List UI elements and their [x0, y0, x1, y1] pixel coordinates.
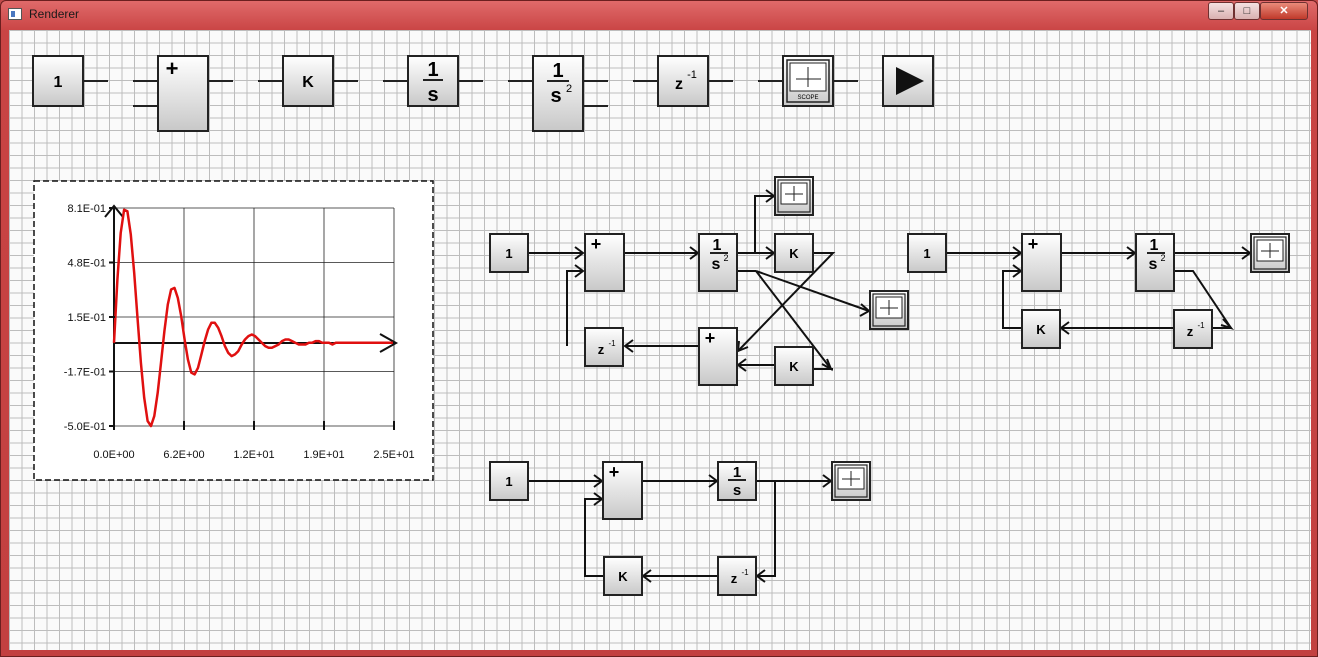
app-window: Renderer – □ ✕ 1 + K 1 s 1 s 2 z -1 SCOP… — [0, 0, 1318, 657]
d3-constant-block[interactable]: 1 — [489, 461, 529, 501]
d1-delay-label: z — [598, 342, 605, 357]
d1-constant-label: 1 — [505, 246, 512, 261]
d2-gain-block[interactable]: K — [1021, 309, 1061, 349]
palette-gain-label: K — [302, 74, 314, 91]
d2-di-exp: 2 — [1160, 253, 1165, 263]
d3-gain-label: K — [618, 569, 628, 584]
palette-scope-text: SCOPE — [797, 95, 818, 101]
d3-constant-label: 1 — [505, 474, 512, 489]
palette-delay-label: z — [675, 76, 683, 93]
d2-sum-block[interactable]: + — [1021, 233, 1062, 292]
diagram-svg[interactable]: 1 + K 1 s 1 s 2 z -1 SCOPE 8.1E-014.8E-0… — [9, 30, 1311, 650]
d3-delay-block[interactable]: z -1 — [717, 556, 757, 596]
d3-integrator-den: s — [733, 482, 741, 499]
x-tick-label: 6.2E+00 — [163, 449, 204, 461]
d3-integrator-num: 1 — [733, 464, 741, 481]
d2-delay-label: z — [1187, 324, 1194, 339]
window-title: Renderer — [29, 7, 80, 21]
d3-scope-block[interactable] — [831, 461, 871, 501]
y-tick-label: -1.7E-01 — [64, 367, 106, 379]
d3-delay-exp: -1 — [741, 568, 749, 577]
d2-di-den: s — [1149, 256, 1158, 273]
palette-double-integrator-exp: 2 — [566, 83, 572, 95]
close-button[interactable]: ✕ — [1260, 2, 1308, 20]
d3-delay-label: z — [731, 571, 738, 586]
d1-scope-block-right[interactable] — [869, 290, 909, 330]
diagram-canvas[interactable]: 1 + K 1 s 1 s 2 z -1 SCOPE 8.1E-01 4.8E-… — [9, 30, 1311, 650]
d1-sum-block-bottom[interactable]: + — [698, 327, 738, 386]
d2-scope-block[interactable] — [1250, 233, 1290, 273]
palette-constant-block[interactable]: 1 — [32, 55, 108, 107]
d1-sum-bottom-sign: + — [705, 328, 716, 348]
palette-double-integrator-block[interactable]: 1 s 2 — [508, 55, 608, 132]
palette-gain-block[interactable]: K — [258, 55, 358, 107]
palette-delay-block[interactable]: z -1 — [633, 55, 733, 107]
y-tick-label: 4.8E-01 — [67, 258, 106, 270]
palette-integrator-num: 1 — [427, 59, 438, 81]
title-bar[interactable]: Renderer – □ ✕ — [1, 1, 1317, 29]
palette-sum-block[interactable]: + — [133, 55, 233, 132]
palette-scope-block[interactable]: SCOPE — [758, 55, 858, 107]
x-tick-label: 0.0E+00 — [93, 449, 134, 461]
diagram-1-blocks: 1 + 1 s 2 K + K z -1 — [489, 176, 909, 386]
d1-di-num: 1 — [713, 237, 722, 254]
d1-di-exp: 2 — [723, 253, 728, 263]
diagram-2-blocks: 1 + 1 s 2 K z -1 — [907, 233, 1290, 349]
palette-double-integrator-num: 1 — [552, 60, 563, 82]
scope-plot-panel[interactable]: 8.1E-01 4.8E-01 1.5E-01 -1.7E-01 -5.0E-01 0.… — [33, 180, 434, 481]
d1-double-integrator-block[interactable]: 1 s 2 — [698, 233, 738, 292]
d1-gain-block-bottom[interactable]: K — [774, 346, 814, 386]
palette-integrator-den: s — [427, 84, 438, 106]
d1-constant-block[interactable]: 1 — [489, 233, 529, 273]
d3-integrator-block[interactable]: 1 s — [717, 461, 757, 501]
d1-gain-bottom-label: K — [789, 359, 799, 374]
palette-delay-exp: -1 — [687, 69, 697, 81]
y-tick-label: 8.1E-01 — [67, 203, 106, 215]
d2-sum-sign: + — [1028, 234, 1039, 254]
maximize-button[interactable]: □ — [1234, 2, 1260, 20]
palette-sum-sign: + — [166, 56, 179, 81]
d2-double-integrator-block[interactable]: 1 s 2 — [1135, 233, 1175, 292]
d3-sum-block[interactable]: + — [602, 461, 643, 520]
d2-constant-label: 1 — [923, 246, 930, 261]
app-icon — [8, 8, 22, 20]
palette-constant-label: 1 — [54, 74, 63, 91]
d3-gain-block[interactable]: K — [603, 556, 643, 596]
d1-scope-block-top[interactable] — [774, 176, 814, 216]
d1-di-den: s — [712, 256, 721, 273]
d1-gain-block-top[interactable]: K — [774, 233, 814, 273]
d2-gain-label: K — [1036, 322, 1046, 337]
d2-constant-block[interactable]: 1 — [907, 233, 947, 273]
y-tick-label: 1.5E-01 — [67, 312, 106, 324]
d1-delay-exp: -1 — [608, 339, 616, 348]
d3-sum-sign: + — [609, 462, 620, 482]
d1-delay-block[interactable]: z -1 — [584, 327, 624, 367]
x-tick-label: 1.9E+01 — [303, 449, 344, 461]
d1-sum-sign: + — [591, 234, 602, 254]
palette-double-integrator-den: s — [550, 85, 561, 107]
x-tick-label: 2.5E+01 — [373, 449, 414, 461]
play-button[interactable] — [882, 55, 934, 107]
minimize-button[interactable]: – — [1208, 2, 1234, 20]
diagram-3 — [529, 474, 833, 583]
d1-sum-block[interactable]: + — [584, 233, 625, 292]
d2-di-num: 1 — [1150, 237, 1159, 254]
d2-delay-block[interactable]: z -1 — [1173, 309, 1213, 349]
palette-integrator-block[interactable]: 1 s — [383, 55, 483, 107]
d1-gain-top-label: K — [789, 246, 799, 261]
d2-delay-exp: -1 — [1197, 321, 1205, 330]
y-tick-label: -5.0E-01 — [64, 421, 106, 433]
x-tick-label: 1.2E+01 — [233, 449, 274, 461]
block-palette: 1 + K 1 s 1 s 2 z -1 SCOPE — [32, 55, 934, 132]
